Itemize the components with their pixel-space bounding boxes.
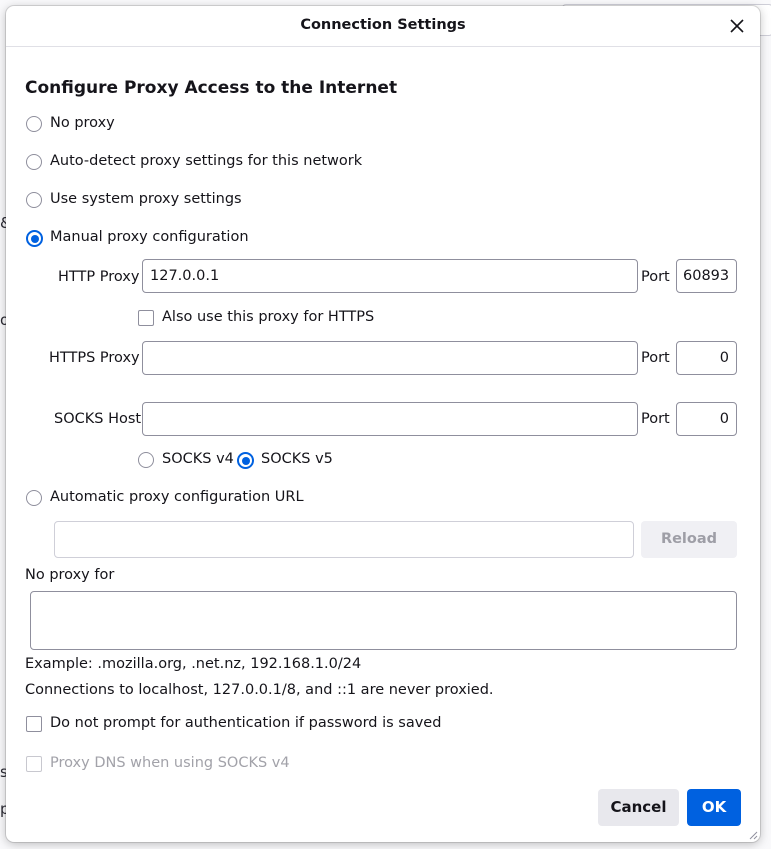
http-proxy-label: HTTP Proxy xyxy=(58,269,140,285)
socks-port-input[interactable]: 0 xyxy=(676,402,737,436)
socks-port-label: Port xyxy=(641,411,670,427)
no-proxy-example: Example: .mozilla.org, .net.nz, 192.168.… xyxy=(25,656,362,672)
no-prompt-auth-checkbox[interactable] xyxy=(26,716,42,732)
close-button[interactable] xyxy=(726,15,748,37)
section-heading: Configure Proxy Access to the Internet xyxy=(25,78,398,98)
connection-settings-dialog: Connection Settings Configure Proxy Acce… xyxy=(6,6,760,842)
http-port-input[interactable]: 60893 xyxy=(676,259,737,293)
cancel-button[interactable]: Cancel xyxy=(598,789,679,826)
auto-config-url-input[interactable] xyxy=(54,521,634,558)
manual-proxy-radio[interactable] xyxy=(26,230,43,247)
system-proxy-radio[interactable] xyxy=(26,192,42,208)
dialog-titlebar: Connection Settings xyxy=(6,6,760,47)
https-port-label: Port xyxy=(641,350,670,366)
socks-v5-radio[interactable] xyxy=(237,452,254,469)
no-proxy-for-label: No proxy for xyxy=(25,567,115,583)
system-proxy-label[interactable]: Use system proxy settings xyxy=(50,191,242,207)
auto-detect-radio[interactable] xyxy=(26,154,42,170)
socks-host-input[interactable] xyxy=(142,402,638,436)
proxy-dns-checkbox[interactable] xyxy=(26,756,42,772)
dialog-title: Connection Settings xyxy=(300,17,466,33)
manual-proxy-label[interactable]: Manual proxy configuration xyxy=(50,229,249,245)
no-prompt-auth-label[interactable]: Do not prompt for authentication if pass… xyxy=(50,715,441,731)
https-proxy-input[interactable] xyxy=(142,341,638,375)
proxy-dns-label: Proxy DNS when using SOCKS v4 xyxy=(50,755,290,771)
also-https-label[interactable]: Also use this proxy for HTTPS xyxy=(162,309,374,325)
also-https-checkbox[interactable] xyxy=(138,310,154,326)
https-proxy-label: HTTPS Proxy xyxy=(49,350,140,366)
socks-v5-label[interactable]: SOCKS v5 xyxy=(261,451,333,467)
no-proxy-for-textarea[interactable] xyxy=(30,591,737,650)
socks-v4-label[interactable]: SOCKS v4 xyxy=(162,451,234,467)
reload-button[interactable]: Reload xyxy=(641,521,737,558)
resize-grip-icon[interactable] xyxy=(748,830,758,840)
no-proxy-label[interactable]: No proxy xyxy=(50,115,115,131)
http-proxy-input[interactable]: 127.0.0.1 xyxy=(142,259,638,293)
ok-button[interactable]: OK xyxy=(687,789,741,826)
close-icon xyxy=(730,19,744,33)
no-proxy-radio[interactable] xyxy=(26,116,42,132)
auto-config-url-radio[interactable] xyxy=(26,490,42,506)
https-port-input[interactable]: 0 xyxy=(676,341,737,375)
socks-v4-radio[interactable] xyxy=(138,452,154,468)
no-proxy-note: Connections to localhost, 127.0.0.1/8, a… xyxy=(25,682,494,698)
auto-config-url-label[interactable]: Automatic proxy configuration URL xyxy=(50,489,304,505)
http-port-label: Port xyxy=(641,269,670,285)
socks-host-label: SOCKS Host xyxy=(54,411,142,427)
auto-detect-label[interactable]: Auto-detect proxy settings for this netw… xyxy=(50,153,362,169)
